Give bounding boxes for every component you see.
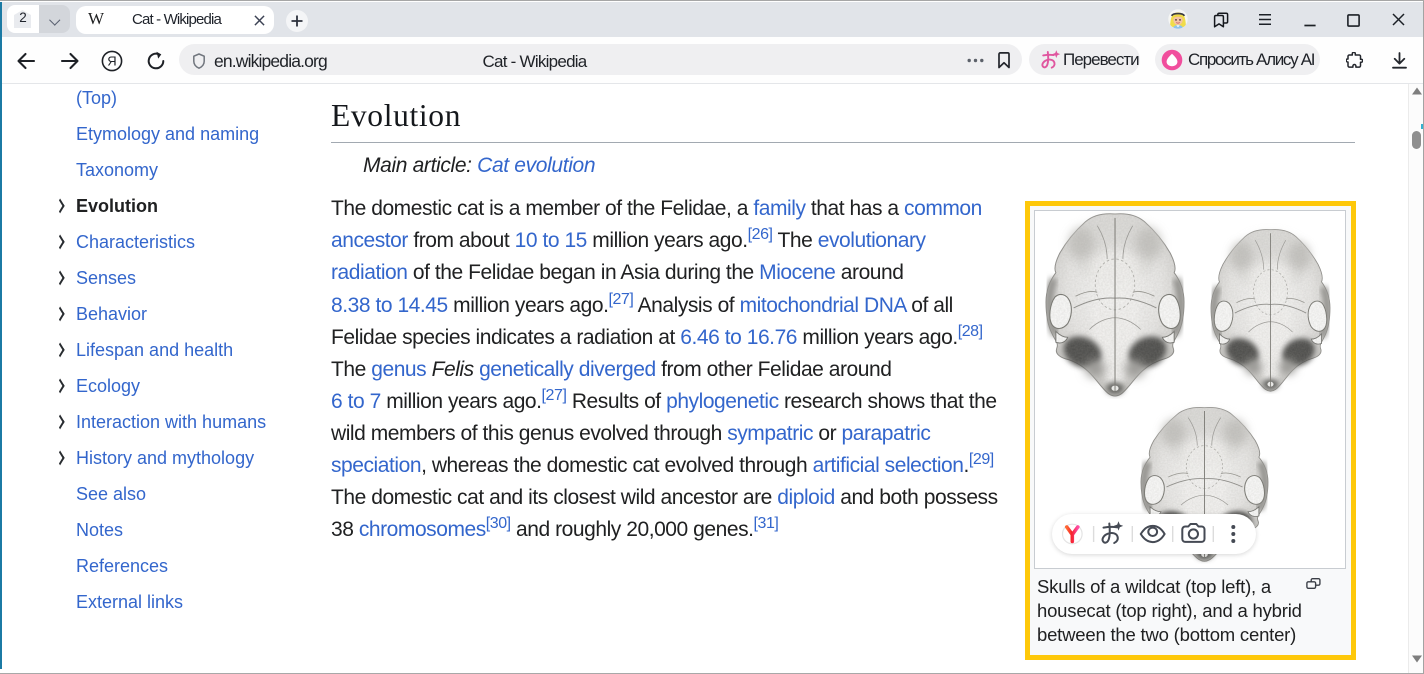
svg-text:Я: Я <box>107 54 116 69</box>
